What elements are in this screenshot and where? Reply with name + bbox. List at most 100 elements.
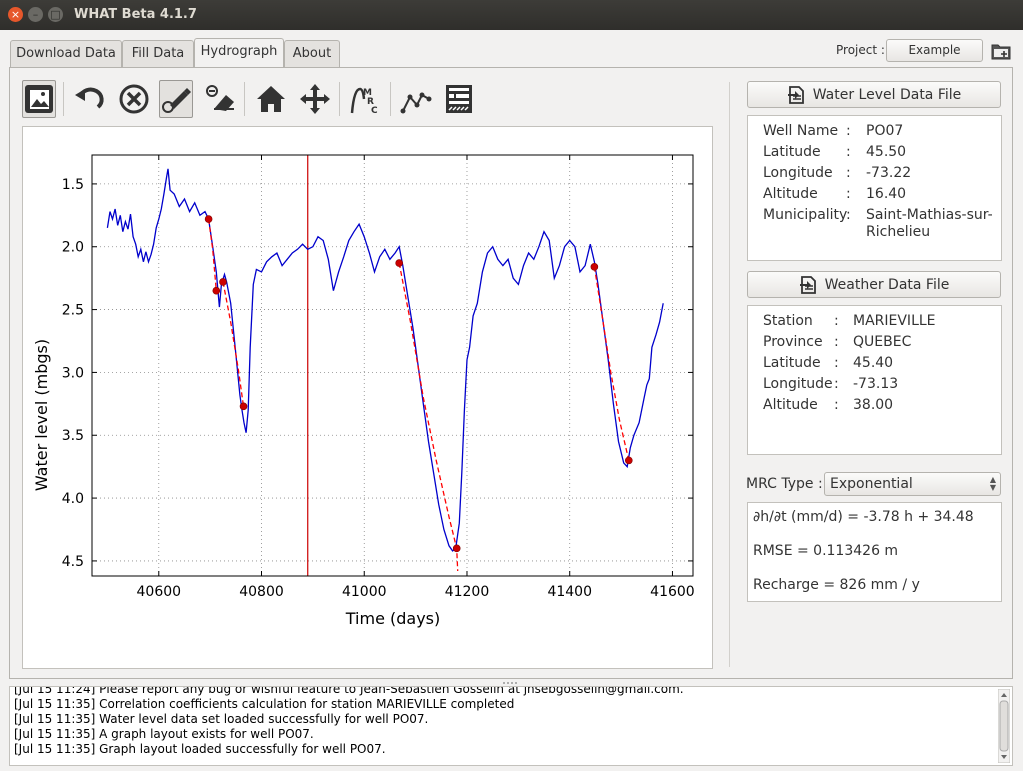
message-console[interactable]: [Jul 15 11:24] Please report any bug or …: [9, 686, 1013, 766]
mrc-type-select[interactable]: Exponential ▲ ▼: [824, 472, 1001, 496]
console-line: [Jul 15 11:35] Correlation coefficients …: [14, 697, 515, 711]
toolbar-separator: [244, 82, 245, 116]
separator-colon: :: [834, 334, 839, 350]
mrc-point: [590, 263, 599, 271]
clear-icon: [119, 84, 149, 114]
municipality-key: Municipality: [763, 207, 848, 223]
tab-about[interactable]: About: [284, 40, 340, 67]
panel-divider: [729, 82, 730, 667]
mrc-button[interactable]: MRC: [348, 80, 382, 118]
axes-layer: 40600 40800 41000 41200 41400 41600 1.5 2.0 2.5 3…: [62, 154, 695, 600]
console-line: [Jul 15 11:35] A graph layout exists for…: [14, 727, 314, 741]
x-tick-label: 41000: [342, 584, 387, 600]
file-open-icon: [787, 85, 804, 104]
altitude-value: 38.00: [853, 397, 894, 413]
altitude-key: Altitude: [763, 186, 818, 202]
separator-colon: :: [846, 123, 851, 139]
toolbar-separator: [63, 82, 64, 116]
separator-colon: :: [846, 207, 851, 223]
series-layer: [106, 155, 664, 576]
layout-button[interactable]: [442, 80, 476, 118]
mrc-rmse: RMSE = 0.113426 m: [753, 543, 899, 559]
title-bar: × – □ WHAT Beta 4.1.7: [0, 0, 1023, 30]
mrc-point: [219, 278, 227, 286]
mrc-fit-line: [222, 281, 245, 407]
tab-fill-data[interactable]: Fill Data: [122, 40, 194, 67]
grid: [92, 155, 693, 576]
x-tick-label: 40800: [239, 584, 284, 600]
separator-colon: :: [834, 313, 839, 329]
station-value: MARIEVILLE: [853, 313, 936, 329]
mrc-type-label: MRC Type :: [746, 476, 823, 492]
splitter-handle[interactable]: [500, 681, 520, 685]
toolbar-separator: [390, 82, 391, 116]
x-tick-label: 41400: [547, 584, 592, 600]
svg-text:C: C: [371, 106, 378, 115]
console-line: [Jul 15 11:24] Please report any bug or …: [14, 686, 684, 696]
separator-colon: :: [834, 397, 839, 413]
weather-info-box: Station : MARIEVILLE Province : QUEBEC L…: [747, 305, 1002, 455]
tab-download-data[interactable]: Download Data: [10, 40, 122, 67]
save-figure-button[interactable]: [22, 80, 56, 118]
y-tick-label: 4.5: [62, 554, 84, 570]
clear-button[interactable]: [117, 80, 151, 118]
altitude-key: Altitude: [763, 397, 818, 413]
well-name-value: PO07: [866, 123, 904, 139]
spinner-arrows-icon: ▲ ▼: [989, 475, 996, 492]
municipality-value-line2: Richelieu: [866, 224, 931, 240]
home-icon: [257, 86, 285, 112]
separator-colon: :: [846, 186, 851, 202]
separator-colon: :: [846, 144, 851, 160]
mrc-point: [239, 402, 248, 411]
well-name-key: Well Name: [763, 123, 839, 139]
hydrograph-canvas[interactable]: 40600 40800 41000 41200 41400 41600 1.5 2.0 2.5 3…: [22, 126, 713, 669]
window-maximize-icon[interactable]: □: [48, 7, 63, 22]
line-plot-button[interactable]: [399, 80, 433, 118]
console-scrollbar[interactable]: [998, 689, 1010, 763]
water-level-file-button[interactable]: Water Level Data File: [747, 81, 1001, 108]
mrc-point: [204, 215, 213, 223]
eraser-icon: [206, 85, 234, 111]
window-minimize-icon[interactable]: –: [28, 7, 43, 22]
longitude-value: -73.22: [866, 165, 912, 181]
file-open-icon: [799, 275, 816, 294]
erase-button[interactable]: [203, 80, 237, 118]
province-value: QUEBEC: [853, 334, 912, 350]
latitude-key: Latitude: [763, 355, 821, 371]
new-project-icon[interactable]: [990, 40, 1012, 62]
tab-hydrograph[interactable]: Hydrograph: [194, 38, 284, 67]
y-tick-label: 3.0: [62, 365, 84, 381]
image-save-icon: [25, 85, 53, 113]
y-tick-label: 1.5: [62, 177, 84, 193]
console-line: [Jul 15 11:35] Graph layout loaded succe…: [14, 742, 386, 756]
mrc-icon: MRC: [350, 87, 378, 115]
mrc-type-value: Exponential: [830, 476, 913, 492]
x-tick-label: 40600: [137, 584, 182, 600]
pan-icon: [300, 84, 330, 114]
separator-colon: :: [834, 355, 839, 371]
water-level-series: [106, 168, 664, 552]
longitude-key: Longitude: [763, 165, 833, 181]
edit-pencil-icon: [162, 88, 191, 113]
station-key: Station: [763, 313, 813, 329]
window-close-icon[interactable]: ×: [8, 7, 23, 22]
undo-button[interactable]: [73, 80, 107, 118]
province-key: Province: [763, 334, 823, 350]
longitude-key: Longitude: [763, 376, 833, 392]
separator-colon: :: [846, 165, 851, 181]
layout-icon: [446, 85, 472, 113]
undo-icon: [75, 87, 104, 109]
edit-button[interactable]: [159, 80, 193, 118]
y-tick-label: 2.0: [62, 240, 84, 256]
mrc-results-box: ∂h/∂t (mm/d) = -3.78 h + 34.48 RMSE = 0.…: [747, 502, 1002, 602]
window-title: WHAT Beta 4.1.7: [74, 7, 197, 22]
mrc-recharge: Recharge = 826 mm / y: [753, 577, 920, 593]
separator-colon: :: [834, 376, 839, 392]
project-label: Project :: [836, 43, 885, 57]
pan-button[interactable]: [298, 80, 332, 118]
municipality-value: Saint-Mathias-sur-: [866, 207, 993, 223]
project-button[interactable]: Example: [886, 39, 983, 62]
weather-file-button[interactable]: Weather Data File: [747, 271, 1001, 298]
hydrograph-chart: 40600 40800 41000 41200 41400 41600 1.5 2.0 2.5 3…: [32, 154, 695, 628]
home-button[interactable]: [254, 80, 288, 118]
